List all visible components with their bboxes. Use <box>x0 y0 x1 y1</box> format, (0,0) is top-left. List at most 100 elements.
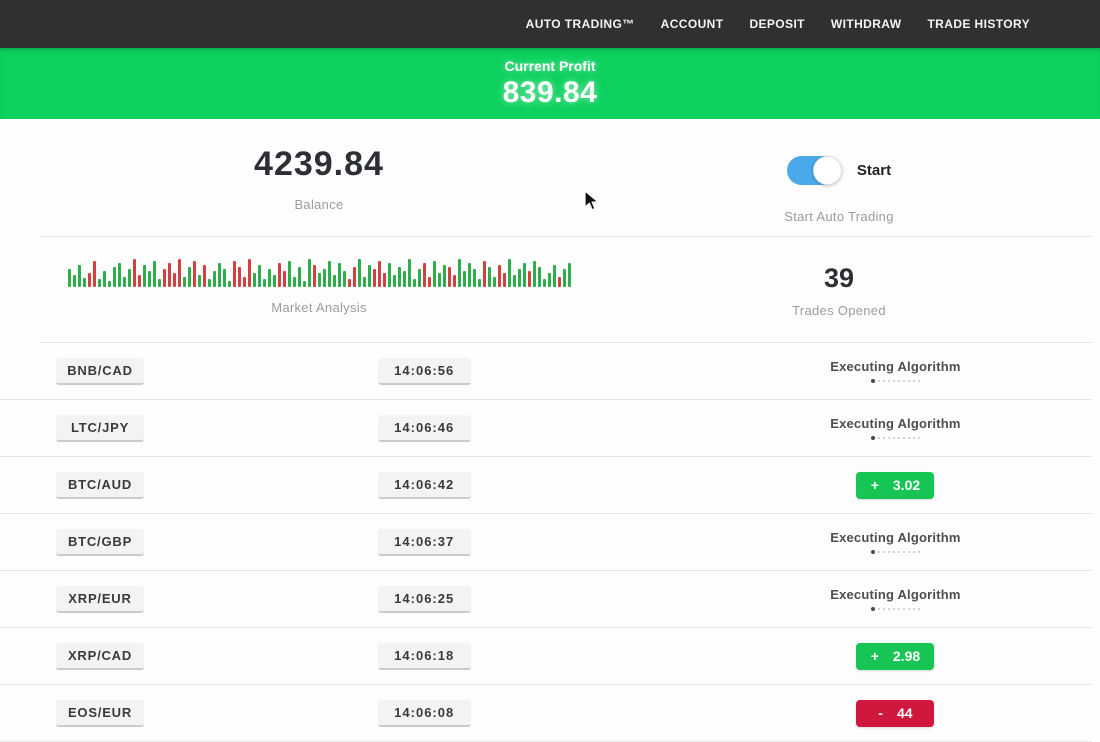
market-bar <box>93 261 96 287</box>
market-bar <box>338 263 341 287</box>
market-bar <box>538 267 541 287</box>
market-bar <box>453 275 456 287</box>
market-bar <box>488 267 491 287</box>
table-row: XRP/CAD 14:06:18 +2.98 <box>0 628 1092 685</box>
market-bar <box>393 275 396 287</box>
trade-time-chip: 14:06:18 <box>378 643 471 670</box>
pair-chip[interactable]: XRP/EUR <box>56 586 144 613</box>
table-row: EOS/EUR14:06:08-44 <box>0 685 1092 742</box>
market-bar <box>288 261 291 287</box>
balance-label: Balance <box>294 197 343 212</box>
current-profit-value: 839.84 <box>503 76 598 110</box>
market-bar <box>308 259 311 287</box>
market-bar <box>293 277 296 287</box>
progress-dots-icon <box>871 436 920 440</box>
progress-dot <box>918 380 920 382</box>
trades-opened-value: 39 <box>824 263 854 294</box>
progress-dot <box>913 551 915 553</box>
progress-dot <box>888 380 890 382</box>
progress-dot <box>888 608 890 610</box>
market-analysis-label: Market Analysis <box>271 300 367 315</box>
market-bar <box>123 277 126 287</box>
table-row: BNB/CAD14:06:56Executing Algorithm <box>0 343 1092 400</box>
market-bar <box>203 265 206 287</box>
progress-dot <box>871 379 875 383</box>
toggle-knob-icon <box>813 156 842 185</box>
nav-withdraw[interactable]: WITHDRAW <box>831 17 902 31</box>
pair-chip[interactable]: BNB/CAD <box>56 358 144 385</box>
market-bar <box>398 267 401 287</box>
result-sign: - <box>878 705 883 721</box>
pair-chip[interactable]: LTC/JPY <box>56 415 144 442</box>
result-sign: + <box>871 477 879 493</box>
pair-chip[interactable]: BTC/GBP <box>56 529 144 556</box>
market-bar <box>73 275 76 287</box>
market-bar <box>373 269 376 287</box>
progress-dot <box>878 437 880 439</box>
market-analysis-bars <box>68 257 571 287</box>
market-bar <box>163 269 166 287</box>
market-bar <box>388 263 391 287</box>
result-value: 2.98 <box>893 648 920 664</box>
nav-trade-history[interactable]: TRADE HISTORY <box>927 17 1030 31</box>
pair-chip[interactable]: XRP/CAD <box>56 643 144 670</box>
table-row: BTC/AUD14:06:42+3.02 <box>0 457 1092 514</box>
market-bar <box>268 269 271 287</box>
market-bar <box>318 273 321 287</box>
progress-dot <box>893 551 895 553</box>
market-bar <box>313 265 316 287</box>
market-bar <box>503 273 506 287</box>
table-row: XRP/EUR14:06:25Executing Algorithm <box>0 571 1092 628</box>
progress-dots-icon <box>871 379 920 383</box>
progress-dot <box>903 551 905 553</box>
market-bar <box>413 279 416 287</box>
progress-dot <box>913 437 915 439</box>
market-bar <box>223 269 226 287</box>
market-bar <box>358 259 361 287</box>
market-bar <box>208 279 211 287</box>
progress-dot <box>888 437 890 439</box>
market-bar <box>493 277 496 287</box>
nav-account[interactable]: ACCOUNT <box>661 17 724 31</box>
market-bar <box>178 259 181 287</box>
progress-dot <box>908 608 910 610</box>
market-bar <box>83 278 86 287</box>
progress-dot <box>918 608 920 610</box>
current-profit-label: Current Profit <box>505 58 596 74</box>
market-bar <box>188 267 191 287</box>
progress-dot <box>908 437 910 439</box>
market-bar <box>528 271 531 287</box>
market-bar <box>113 267 116 287</box>
nav-deposit[interactable]: DEPOSIT <box>749 17 804 31</box>
nav-auto-trading[interactable]: AUTO TRADING™ <box>526 17 635 31</box>
market-bar <box>253 273 256 287</box>
market-bar <box>348 279 351 287</box>
executing-algorithm-label: Executing Algorithm <box>830 416 960 431</box>
auto-trading-toggle[interactable] <box>787 156 841 185</box>
pair-chip[interactable]: BTC/AUD <box>56 472 144 499</box>
market-bar <box>258 265 261 287</box>
market-bar <box>118 263 121 287</box>
progress-dot <box>913 380 915 382</box>
table-row: BTC/GBP14:06:37Executing Algorithm <box>0 514 1092 571</box>
market-bar <box>463 271 466 287</box>
result-value: 44 <box>897 705 913 721</box>
market-bar <box>298 267 301 287</box>
market-bar <box>218 263 221 287</box>
market-bar <box>438 273 441 287</box>
market-bar <box>428 277 431 287</box>
loss-badge: -44 <box>856 700 934 727</box>
market-bar <box>78 265 81 287</box>
progress-dot <box>871 436 875 440</box>
result-sign: + <box>871 648 879 664</box>
pair-chip[interactable]: EOS/EUR <box>56 700 144 727</box>
market-bar <box>193 261 196 287</box>
market-bar <box>333 275 336 287</box>
market-bar <box>563 269 566 287</box>
trades-opened-label: Trades Opened <box>792 303 886 318</box>
market-bar <box>143 265 146 287</box>
progress-dot <box>908 551 910 553</box>
trade-time-chip: 14:06:37 <box>378 529 471 556</box>
executing-algorithm-label: Executing Algorithm <box>830 359 960 374</box>
market-bar <box>353 267 356 287</box>
